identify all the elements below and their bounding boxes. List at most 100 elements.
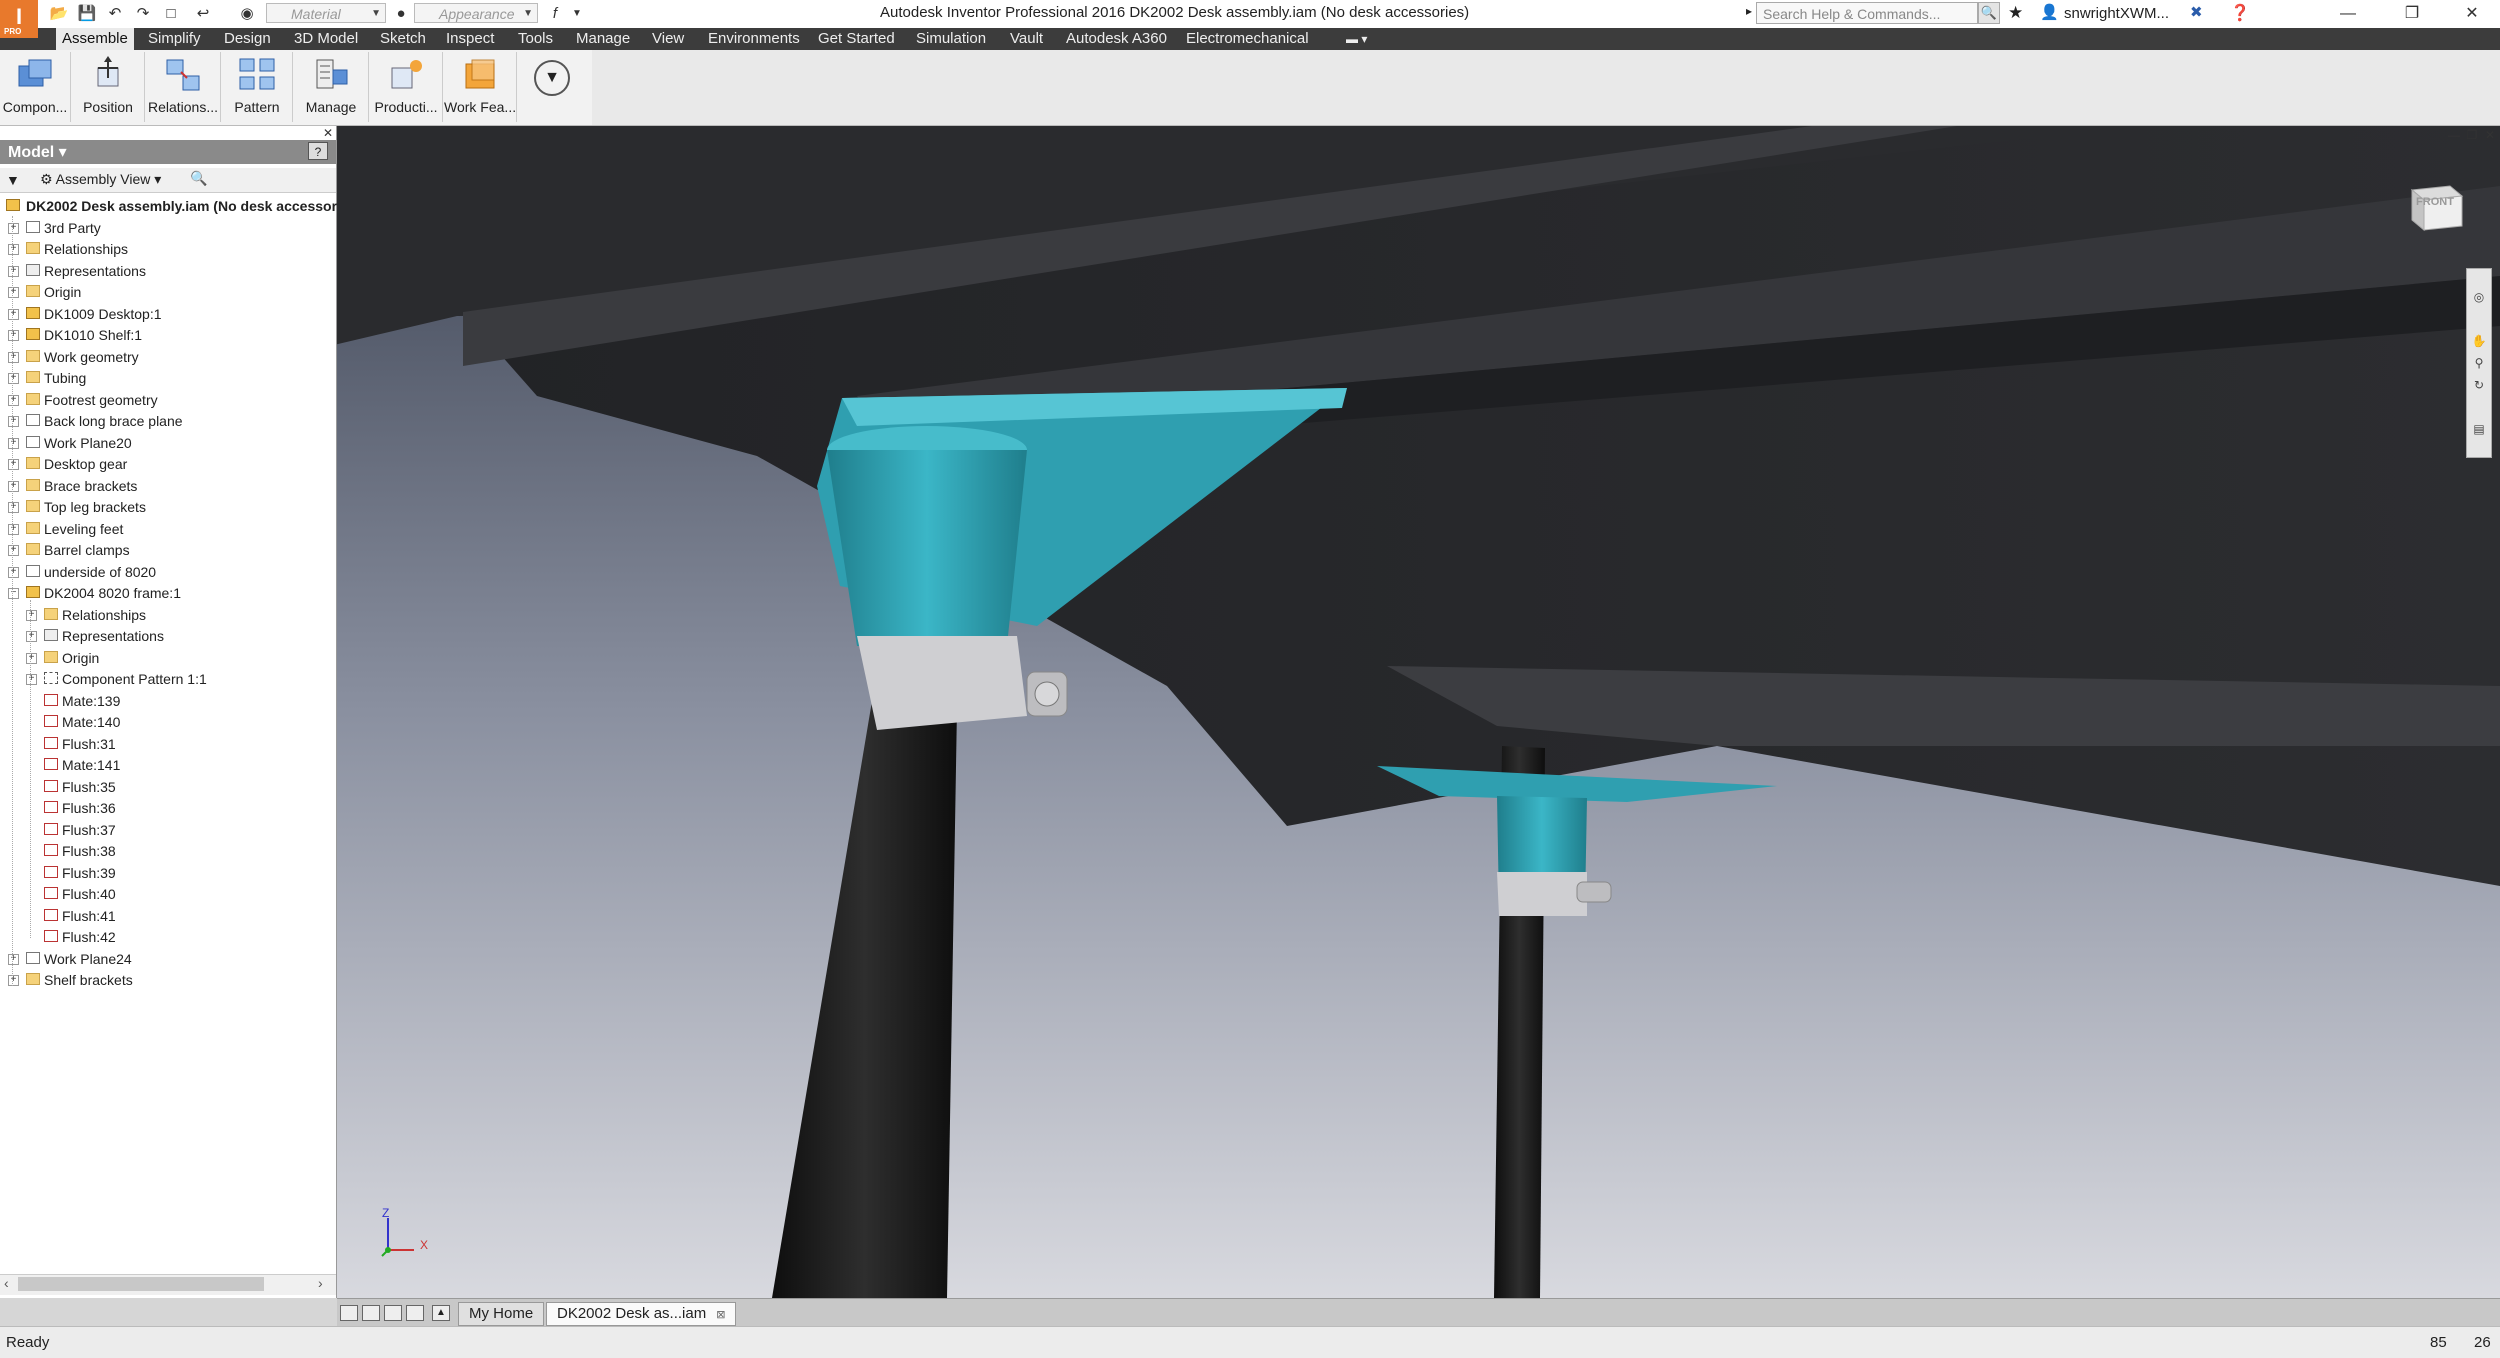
search-icon[interactable]: 🔍 xyxy=(1978,2,2000,24)
material-select[interactable]: Material ▼ xyxy=(266,3,386,23)
collapse-icon[interactable]: − xyxy=(8,588,19,599)
undo-icon[interactable]: ↶ xyxy=(104,4,126,24)
pan-icon[interactable]: ✋ xyxy=(2470,332,2488,350)
expand-icon[interactable]: + xyxy=(8,954,19,965)
relationships-button[interactable]: Relations... xyxy=(146,52,221,122)
tab-autodesk-a360[interactable]: Autodesk A360 xyxy=(1060,28,1173,50)
expand-icon[interactable]: + xyxy=(8,330,19,341)
expand-icon[interactable]: + xyxy=(8,481,19,492)
assembly-view-select[interactable]: ⚙ Assembly View ▾ xyxy=(40,171,161,188)
save-icon[interactable]: 💾 xyxy=(76,4,98,24)
favorites-icon[interactable]: ★ xyxy=(2008,3,2023,23)
expand-icon[interactable]: + xyxy=(8,545,19,556)
expand-icon[interactable]: + xyxy=(8,287,19,298)
tree-item-label: Flush:38 xyxy=(62,843,116,859)
expand-icon[interactable]: + xyxy=(8,975,19,986)
user-account[interactable]: snwrightXWM... xyxy=(2064,5,2169,22)
tab-sketch[interactable]: Sketch xyxy=(374,28,432,50)
assy-icon xyxy=(26,586,40,598)
tree-item-label: Relationships xyxy=(44,241,129,257)
user-icon[interactable]: 👤 xyxy=(2040,3,2059,21)
browser-help-icon[interactable]: ? xyxy=(308,142,328,160)
tab-view[interactable]: View xyxy=(646,28,690,50)
browser-title[interactable]: Model ▾ xyxy=(8,142,67,162)
help-search-input[interactable]: Search Help & Commands... xyxy=(1756,2,1978,24)
find-icon[interactable]: 🔍 xyxy=(190,170,207,187)
tab-tools[interactable]: Tools xyxy=(512,28,559,50)
doc-tab-active[interactable]: DK2002 Desk as...iam ⊠ xyxy=(546,1302,737,1326)
tile-horizontal-icon[interactable] xyxy=(340,1305,358,1321)
close-icon[interactable]: ✕ xyxy=(2444,0,2500,28)
expand-icon[interactable]: + xyxy=(26,653,37,664)
expand-icon[interactable]: + xyxy=(8,459,19,470)
help-icon[interactable]: ❓ xyxy=(2230,3,2250,23)
expand-icon[interactable]: + xyxy=(26,674,37,685)
productivity-button[interactable]: Producti... xyxy=(370,52,443,122)
expand-icon[interactable]: + xyxy=(8,567,19,578)
zoom-icon[interactable]: ⚲ xyxy=(2470,354,2488,372)
scrollbar-thumb[interactable] xyxy=(18,1277,264,1291)
tile-grid-icon[interactable] xyxy=(362,1305,380,1321)
look-at-icon[interactable]: ▤ xyxy=(2470,420,2488,438)
redo-icon[interactable]: ↷ xyxy=(132,4,154,24)
return-icon[interactable]: ↩ xyxy=(192,4,214,24)
component-button[interactable]: Compon... xyxy=(0,52,71,122)
doc-tab-my-home[interactable]: My Home xyxy=(458,1302,545,1326)
qat-customize-icon[interactable]: ▼ xyxy=(566,4,588,24)
exchange-icon[interactable]: ✖ xyxy=(2190,3,2203,21)
scroll-right-icon[interactable]: › xyxy=(318,1275,323,1291)
tab-simulation[interactable]: Simulation xyxy=(910,28,992,50)
minimize-icon[interactable]: — xyxy=(2320,0,2376,28)
expand-icon[interactable]: + xyxy=(8,416,19,427)
tab-electromechanical[interactable]: Electromechanical xyxy=(1180,28,1315,50)
expand-icon[interactable]: + xyxy=(8,223,19,234)
tab-inspect[interactable]: Inspect xyxy=(440,28,500,50)
doc-tab-close-icon[interactable]: ⊠ xyxy=(716,1309,725,1321)
graphics-viewport[interactable] xyxy=(337,126,2500,1298)
expand-icon[interactable]: + xyxy=(8,266,19,277)
work-features-button[interactable]: Work Fea... xyxy=(444,52,517,122)
open-icon[interactable]: 📂 xyxy=(48,4,70,24)
tab-vault[interactable]: Vault xyxy=(1004,28,1049,50)
new-icon[interactable]: □ xyxy=(160,4,182,24)
tab-assemble[interactable]: Assemble xyxy=(56,28,134,50)
formula-icon[interactable]: f xyxy=(544,4,566,24)
browser-close-icon[interactable]: ✕ xyxy=(320,126,336,140)
viewport-restore-icon[interactable]: ❐ xyxy=(2464,128,2480,142)
expand-icon[interactable]: + xyxy=(8,352,19,363)
expand-icon[interactable]: + xyxy=(8,395,19,406)
tile-vertical-icon[interactable] xyxy=(406,1305,424,1321)
manage-button[interactable]: Manage xyxy=(294,52,369,122)
doc-list-icon[interactable]: ▲ xyxy=(432,1305,450,1321)
viewport-minimize-icon[interactable]: — xyxy=(2446,128,2462,142)
expand-icon[interactable]: + xyxy=(8,524,19,535)
search-expand-icon[interactable]: ▸ xyxy=(1746,4,1752,18)
steering-wheel-icon[interactable]: ◎ xyxy=(2470,288,2488,306)
viewport-close-icon[interactable]: ✕ xyxy=(2482,128,2498,142)
orbit-icon[interactable]: ↻ xyxy=(2470,376,2488,394)
ribbon-options-icon[interactable]: ▬ ▾ xyxy=(1340,28,1373,50)
expand-icon[interactable]: + xyxy=(26,631,37,642)
expand-icon[interactable]: + xyxy=(8,438,19,449)
tab-3d-model[interactable]: 3D Model xyxy=(288,28,364,50)
tab-manage[interactable]: Manage xyxy=(570,28,636,50)
tab-get-started[interactable]: Get Started xyxy=(812,28,901,50)
appearance-select[interactable]: Appearance ▼ xyxy=(414,3,538,23)
app-menu-button[interactable]: I PRO xyxy=(0,0,38,38)
filter-icon[interactable]: ▼ xyxy=(6,172,20,188)
scroll-left-icon[interactable]: ‹ xyxy=(4,1275,9,1291)
expand-icon[interactable]: + xyxy=(8,502,19,513)
pattern-button[interactable]: Pattern xyxy=(222,52,293,122)
tab-environments[interactable]: Environments xyxy=(702,28,806,50)
cascade-icon[interactable] xyxy=(384,1305,402,1321)
position-button[interactable]: Position xyxy=(72,52,145,122)
expand-icon[interactable]: + xyxy=(26,610,37,621)
restore-icon[interactable]: ❐ xyxy=(2384,0,2440,28)
expand-icon[interactable]: + xyxy=(8,373,19,384)
ribbon-expand-icon[interactable]: ▼ xyxy=(534,60,570,96)
tab-simplify[interactable]: Simplify xyxy=(142,28,207,50)
expand-icon[interactable]: + xyxy=(8,309,19,320)
tab-design[interactable]: Design xyxy=(218,28,277,50)
expand-icon[interactable]: + xyxy=(8,244,19,255)
update-icon[interactable]: ◉ xyxy=(236,4,258,24)
